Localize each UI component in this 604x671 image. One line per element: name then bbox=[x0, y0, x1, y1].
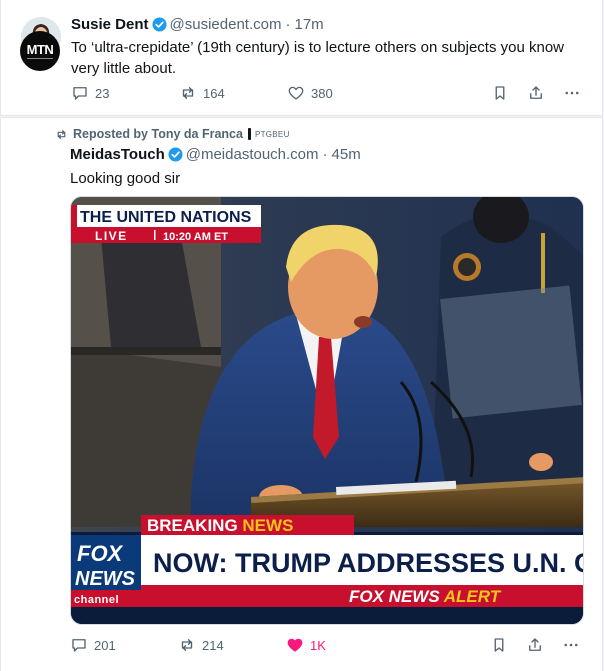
post-text: Looking good sir bbox=[70, 170, 181, 187]
headline-text: NOW: TRUMP ADDRESSES U.N. GENE bbox=[153, 548, 584, 578]
verified-check-icon bbox=[152, 17, 167, 32]
author-handle[interactable]: @susiedent.com bbox=[170, 16, 282, 33]
separator-dot: · bbox=[285, 16, 291, 33]
like-count: 1K bbox=[310, 637, 326, 653]
more-options-button[interactable] bbox=[562, 636, 586, 654]
repost-arrows-icon bbox=[182, 87, 194, 99]
news-broadcast-still: THE UNITED NATIONS LIVE 10:20 AM ET BREA… bbox=[71, 197, 584, 624]
separator-dot: · bbox=[322, 146, 328, 163]
live-time: 10:20 AM ET bbox=[163, 231, 228, 243]
repost-indicator[interactable]: Reposted by Tony da Franca PTGBEU bbox=[55, 127, 290, 141]
fox-logo-top: FOX bbox=[77, 541, 124, 566]
like-count: 380 bbox=[311, 85, 333, 101]
reply-button[interactable]: 23 bbox=[71, 84, 109, 102]
channel-banner-title: THE UNITED NATIONS bbox=[80, 209, 252, 226]
repost-button[interactable]: 214 bbox=[178, 636, 224, 654]
bookmark-button[interactable] bbox=[490, 636, 514, 654]
verified-check-icon bbox=[168, 147, 183, 162]
fox-logo-channel: channel bbox=[74, 594, 119, 606]
share-button[interactable] bbox=[527, 84, 551, 102]
post-header: MeidasTouch @meidastouch.com · 45m bbox=[70, 146, 361, 163]
timeline-feed: Susie Dent @susiedent.com · 17m To ‘ultr… bbox=[0, 0, 604, 671]
live-label: LIVE bbox=[95, 229, 128, 243]
pride-flag-icon bbox=[247, 128, 251, 140]
author-handle[interactable]: @meidastouch.com bbox=[186, 146, 319, 163]
heart-icon bbox=[288, 86, 304, 100]
share-button[interactable] bbox=[526, 636, 550, 654]
breaking-label: BREAKING NEWS bbox=[147, 516, 293, 535]
bookmark-icon bbox=[494, 638, 504, 652]
post-timestamp[interactable]: 45m bbox=[332, 146, 361, 163]
reply-count: 201 bbox=[94, 637, 116, 653]
repost-count: 164 bbox=[203, 85, 225, 101]
post-actions: 201 214 1K bbox=[70, 636, 582, 656]
repost-arrows-icon bbox=[181, 639, 193, 651]
post-actions: 23 164 380 bbox=[71, 84, 583, 104]
post-timestamp[interactable]: 17m bbox=[294, 16, 323, 33]
speech-bubble-icon bbox=[73, 87, 87, 100]
share-upload-icon bbox=[530, 86, 542, 99]
avatar[interactable]: MTN bbox=[20, 31, 60, 71]
heart-icon bbox=[287, 638, 303, 652]
alert-label: FOX NEWS ALERT bbox=[349, 587, 502, 606]
repost-badge: PTGBEU bbox=[254, 129, 290, 139]
speech-bubble-icon bbox=[72, 639, 86, 652]
repost-button[interactable]: 164 bbox=[179, 84, 225, 102]
post-media-image[interactable]: THE UNITED NATIONS LIVE 10:20 AM ET BREA… bbox=[70, 196, 584, 625]
post-text: To ‘ultra-crepidate’ (19th century) is t… bbox=[71, 39, 565, 77]
repost-label: Reposted by Tony da Franca bbox=[73, 127, 243, 141]
repost-arrows-icon bbox=[57, 129, 66, 139]
avatar-logo-text: MTN bbox=[26, 42, 54, 57]
post-header: Susie Dent @susiedent.com · 17m bbox=[71, 16, 324, 33]
author-name[interactable]: Susie Dent bbox=[71, 16, 149, 33]
like-button[interactable]: 380 bbox=[287, 84, 333, 102]
avatar-underline bbox=[27, 58, 53, 59]
bookmark-icon bbox=[495, 86, 505, 100]
fox-logo-bottom: NEWS bbox=[75, 568, 136, 590]
like-button[interactable]: 1K bbox=[286, 636, 326, 654]
reply-count: 23 bbox=[95, 85, 110, 101]
more-options-button[interactable] bbox=[563, 84, 587, 102]
share-upload-icon bbox=[529, 638, 541, 651]
ellipsis-icon bbox=[565, 91, 579, 95]
post-susie-dent[interactable]: Susie Dent @susiedent.com · 17m To ‘ultr… bbox=[0, 0, 603, 116]
bookmark-button[interactable] bbox=[491, 84, 515, 102]
author-name[interactable]: MeidasTouch bbox=[70, 146, 165, 163]
reply-button[interactable]: 201 bbox=[70, 636, 116, 654]
ellipsis-icon bbox=[564, 643, 578, 647]
repost-count: 214 bbox=[202, 637, 224, 653]
